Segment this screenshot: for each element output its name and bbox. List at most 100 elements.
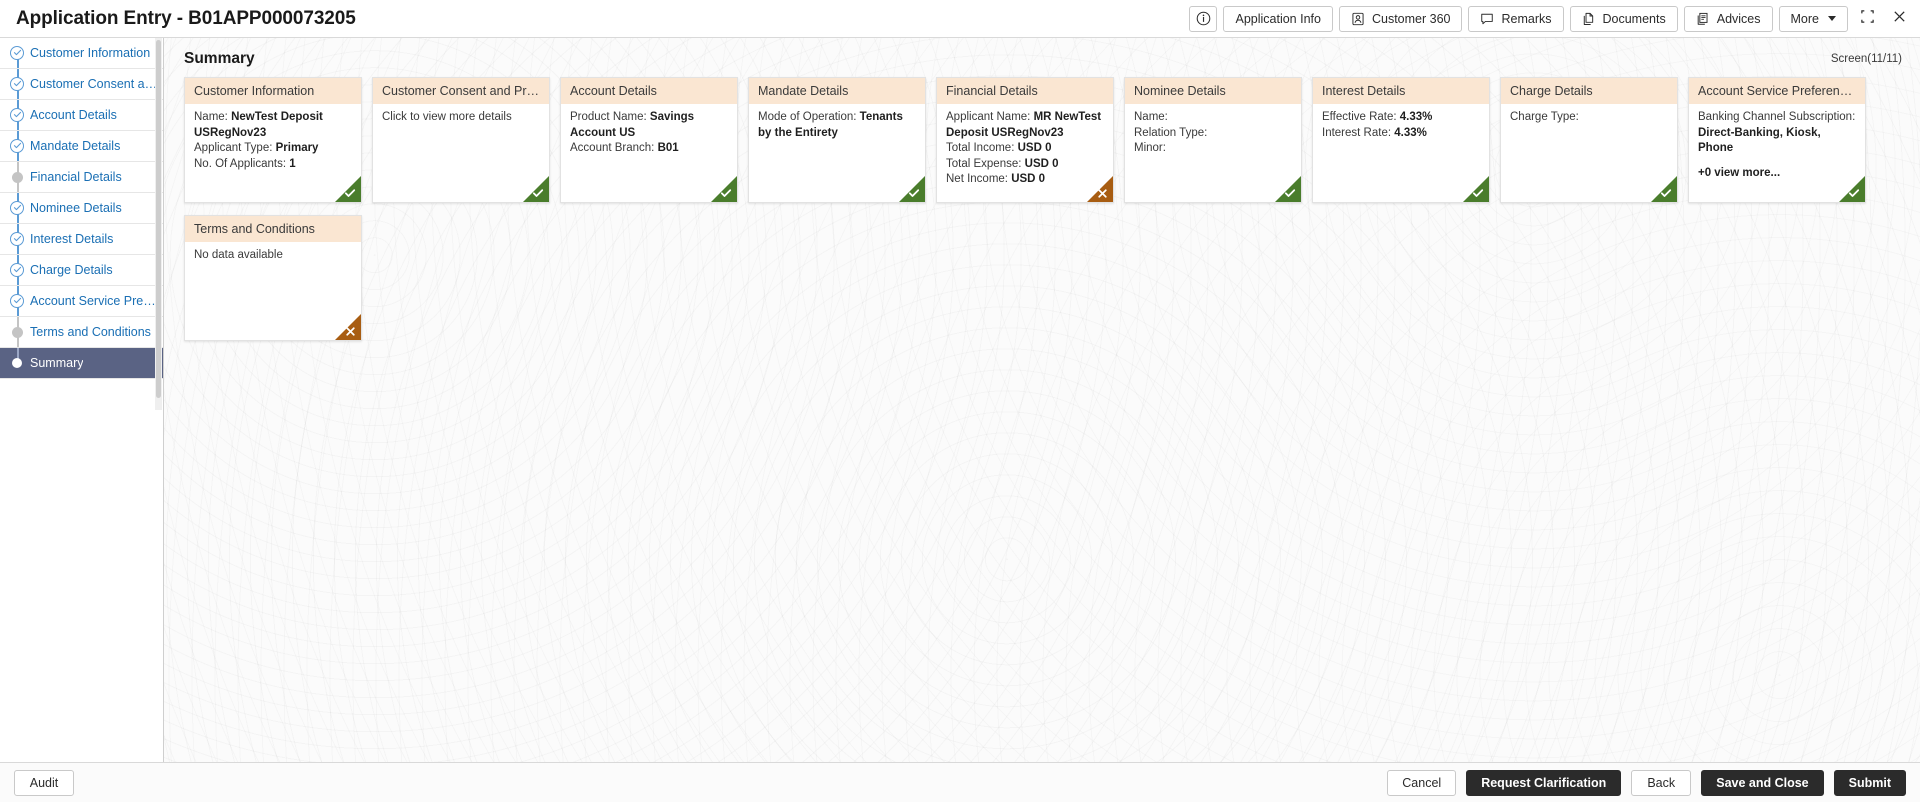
summary-card-line: Banking Channel Subscription: Direct-Ban… [1698, 110, 1857, 157]
sidebar-item-label: Summary [30, 356, 84, 370]
summary-card-grid: Customer Information Name: NewTest Deposi… [164, 68, 1920, 353]
more-label: More [1790, 11, 1819, 26]
sidebar-item-charge-details[interactable]: Charge Details [0, 255, 163, 286]
summary-card-line-value: USD 0 [1017, 142, 1052, 154]
customer-360-button[interactable]: Customer 360 [1338, 5, 1463, 32]
summary-card-line-label: Charge Type: [1510, 111, 1579, 123]
remarks-label: Remarks [1501, 11, 1552, 26]
check-icon [1469, 184, 1487, 202]
check-icon [1281, 184, 1299, 202]
advices-icon [1696, 12, 1710, 26]
sidebar-item-summary[interactable]: Summary [0, 348, 163, 379]
summary-card-body: Name: Relation Type: Minor: [1125, 104, 1301, 157]
submit-button[interactable]: Submit [1833, 769, 1906, 796]
summary-title: Summary [184, 50, 255, 67]
summary-card-title: Account Details [570, 84, 657, 98]
summary-card-header: Mandate Details [749, 78, 925, 104]
summary-card[interactable]: Charge Details Charge Type: [1500, 77, 1678, 203]
summary-card-line-label: Total Expense: [946, 157, 1025, 170]
documents-label: Documents [1602, 11, 1666, 26]
summary-card-line-label: No data available [194, 249, 283, 261]
documents-button[interactable]: Documents [1569, 5, 1678, 32]
summary-card[interactable]: Terms and Conditions No data available [184, 215, 362, 341]
sidebar-item-customer-information[interactable]: Customer Information [0, 38, 163, 69]
person-badge-icon [1351, 12, 1365, 26]
check-circle-icon [10, 45, 25, 61]
summary-card-line: Total Expense: USD 0 [946, 157, 1105, 173]
sidebar-item-account-service-prefere[interactable]: Account Service Prefere ... [0, 286, 163, 317]
screen-counter: Screen(11/11) [1830, 53, 1902, 65]
summary-card[interactable]: Customer Consent and Pref... Click to vie… [372, 77, 550, 203]
check-circle-icon [10, 200, 25, 216]
info-circle-icon [1196, 11, 1211, 26]
close-button[interactable] [1886, 6, 1912, 32]
check-icon [1845, 184, 1863, 202]
view-more-link[interactable]: +0 view more... [1698, 167, 1857, 179]
summary-card-line: Net Income: USD 0 [946, 172, 1105, 188]
back-button[interactable]: Back [1631, 769, 1692, 796]
info-button[interactable] [1189, 5, 1218, 32]
window-header: Application Entry - B01APP000073205 Appl… [0, 0, 1920, 38]
sidebar-item-terms-and-conditions[interactable]: Terms and Conditions [0, 317, 163, 348]
audit-button[interactable]: Audit [14, 769, 74, 796]
pending-stage-dot-icon [10, 170, 25, 185]
summary-card[interactable]: Account Details Product Name: Savings Acc… [560, 77, 738, 203]
summary-card-line: Applicant Name: MR NewTest Deposit USReg… [946, 110, 1105, 141]
summary-card-line-value: USD 0 [1024, 157, 1059, 170]
sidebar-item-interest-details[interactable]: Interest Details [0, 224, 163, 255]
summary-card-line-value: 1 [289, 157, 296, 170]
sidebar-item-customer-consent-and[interactable]: Customer Consent and ... [0, 69, 163, 100]
summary-card[interactable]: Nominee Details Name: Relation Type: Minor: [1124, 77, 1302, 203]
pending-stage-dot-icon [10, 325, 25, 340]
summary-card-line-value: USD 0 [1011, 173, 1046, 185]
remarks-button[interactable]: Remarks [1468, 5, 1564, 32]
sidebar-scrollbar[interactable] [155, 38, 162, 410]
close-icon [1892, 9, 1907, 29]
customer-360-label: Customer 360 [1371, 11, 1451, 26]
sidebar-item-label: Charge Details [30, 263, 113, 277]
summary-card[interactable]: Mandate Details Mode of Operation: Tenant… [748, 77, 926, 203]
summary-card[interactable]: Interest Details Effective Rate: 4.33% Int… [1312, 77, 1490, 203]
check-circle-icon [10, 293, 25, 309]
application-info-label: Application Info [1235, 11, 1321, 26]
application-info-button[interactable]: Application Info [1223, 5, 1333, 32]
summary-card[interactable]: Account Service Preferences Banking Chann… [1688, 77, 1866, 203]
window-footer: Audit Cancel Request Clarification Back … [0, 762, 1920, 802]
summary-card-line: Name: [1134, 110, 1293, 126]
summary-card-title: Customer Information [194, 84, 315, 98]
summary-card-header: Nominee Details [1125, 78, 1301, 104]
more-button[interactable]: More [1778, 5, 1848, 32]
summary-card-line-label: Net Income: [946, 173, 1012, 185]
cancel-button[interactable]: Cancel [1387, 769, 1457, 796]
sidebar-scrollbar-thumb[interactable] [156, 40, 161, 398]
sidebar-item-label: Account Service Prefere ... [30, 294, 158, 308]
summary-card-line: Interest Rate: 4.33% [1322, 126, 1481, 142]
chevron-down-icon [1828, 16, 1836, 21]
stage-navigation-sidebar: Customer Information Customer Consent and… [0, 38, 164, 762]
sidebar-item-financial-details[interactable]: Financial Details [0, 162, 163, 193]
sidebar-item-mandate-details[interactable]: Mandate Details [0, 131, 163, 162]
request-clarification-button[interactable]: Request Clarification [1466, 769, 1622, 796]
summary-card-line: No. Of Applicants: 1 [194, 157, 353, 173]
advices-button[interactable]: Advices [1683, 5, 1773, 32]
save-and-close-button[interactable]: Save and Close [1701, 769, 1824, 796]
summary-card-line-label: Minor: [1134, 142, 1166, 154]
summary-card[interactable]: Customer Information Name: NewTest Deposi… [184, 77, 362, 203]
sidebar-item-nominee-details[interactable]: Nominee Details [0, 193, 163, 224]
sidebar-item-account-details[interactable]: Account Details [0, 100, 163, 131]
summary-card-line: Name: NewTest Deposit USRegNov23 [194, 110, 353, 141]
check-icon [1657, 184, 1675, 202]
summary-card-line-value: Direct-Banking, Kiosk, Phone [1698, 126, 1821, 155]
collapse-icon [1860, 9, 1875, 29]
summary-card-line-label: Total Income: [946, 142, 1018, 154]
summary-card-header: Account Service Preferences [1689, 78, 1865, 104]
summary-card-body: Name: NewTest Deposit USRegNov23 Applican… [185, 104, 361, 172]
summary-card-header: Financial Details [937, 78, 1113, 104]
summary-card-header: Account Details [561, 78, 737, 104]
check-circle-icon [10, 107, 25, 123]
summary-card[interactable]: Financial Details Applicant Name: MR NewT… [936, 77, 1114, 203]
summary-card-header: Charge Details [1501, 78, 1677, 104]
summary-card-line-label: Effective Rate: [1322, 111, 1400, 123]
collapse-button[interactable] [1854, 6, 1880, 32]
sidebar-item-label: Terms and Conditions [30, 325, 151, 339]
